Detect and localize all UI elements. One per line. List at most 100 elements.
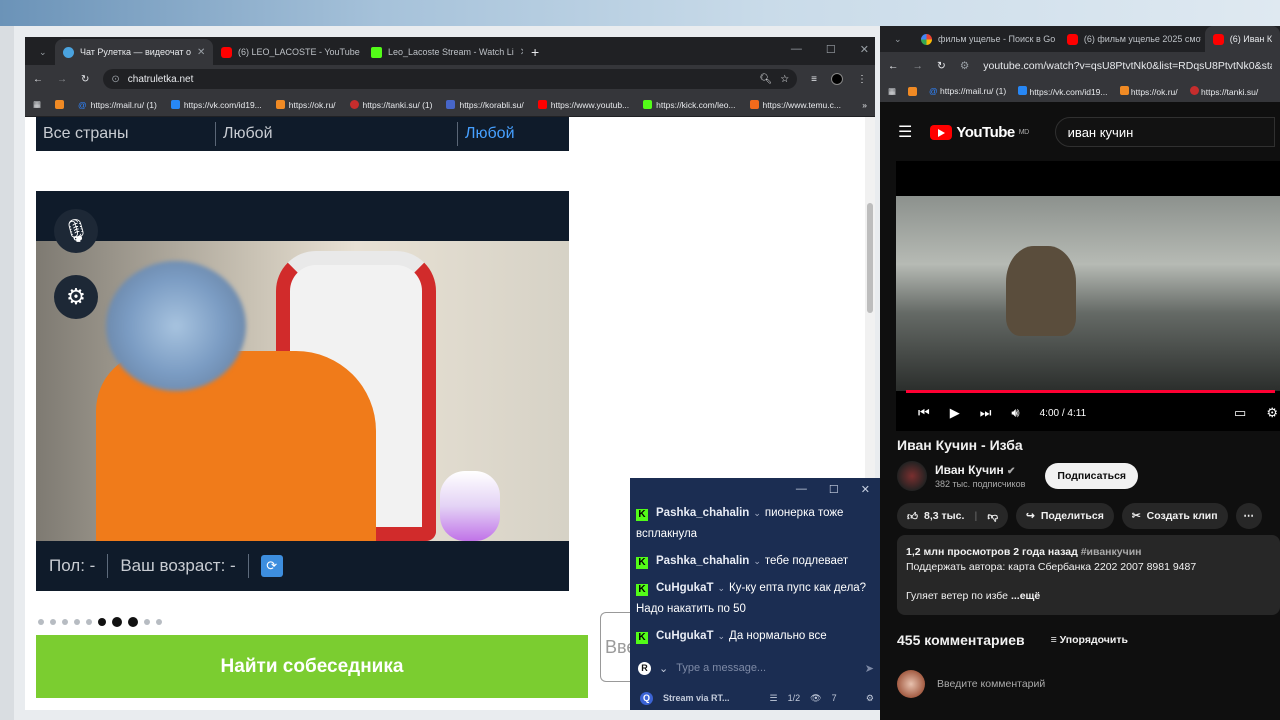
- chevron-down-icon[interactable]: ⌄: [753, 508, 761, 518]
- maximize-icon[interactable]: ☐: [829, 483, 839, 496]
- video-player[interactable]: ⏮ ▶ ⏭ 🔊︎ 4:00 / 4:11 ▭ ⚙: [896, 161, 1280, 431]
- microphone-icon[interactable]: 🎙︎: [54, 209, 98, 253]
- ok-icon[interactable]: [55, 100, 65, 109]
- youtube-logo[interactable]: YouTube MD: [930, 124, 1029, 141]
- find-partner-button[interactable]: Найти собеседника: [36, 635, 588, 698]
- tab-youtube-kuchin[interactable]: (6) Иван К: [1204, 26, 1280, 52]
- partner-filter[interactable]: Любой: [458, 122, 515, 146]
- volume-icon[interactable]: 🔊︎: [1011, 405, 1019, 421]
- chevron-down-icon[interactable]: ⌄: [718, 583, 726, 593]
- previous-icon[interactable]: ⏮: [918, 405, 930, 421]
- forward-icon[interactable]: →: [913, 60, 924, 72]
- close-window-icon[interactable]: ✕: [860, 43, 869, 56]
- bookmark-tanki[interactable]: https://tanki.su/ (1): [349, 100, 432, 110]
- back-icon[interactable]: ←: [33, 74, 43, 85]
- clip-button[interactable]: ✂ Создать клип: [1121, 503, 1228, 529]
- chevron-down-icon[interactable]: ⌄: [753, 556, 761, 566]
- bookmark-kick[interactable]: https://kick.com/leo...: [643, 100, 736, 110]
- like-button[interactable]: 👍︎ 8,3 тыс. | 👎︎: [897, 503, 1008, 529]
- address-bar[interactable]: ⊙ chatruletka.net 🔍︎ ☆: [103, 69, 798, 89]
- gender-filter[interactable]: Любой: [216, 122, 458, 146]
- bookmark-mail[interactable]: @ https://mail.ru/ (1): [929, 86, 1006, 96]
- bookmark-mail[interactable]: @ https://mail.ru/ (1): [78, 100, 157, 110]
- maximize-icon[interactable]: ☐: [826, 43, 836, 56]
- settings-gear-icon[interactable]: ⚙: [866, 693, 874, 704]
- play-icon[interactable]: ▶: [950, 405, 960, 421]
- more-bookmarks-icon[interactable]: »: [862, 100, 867, 110]
- share-button[interactable]: ↪ Поделиться: [1016, 503, 1114, 529]
- camera-footer: Пол: - Ваш возраст: - ⟳: [36, 541, 569, 591]
- address-text[interactable]: youtube.com/watch?v=qsU8PtvtNk0&list=RDq…: [983, 60, 1272, 72]
- tab-youtube-film[interactable]: (6) фильм ущелье 2025 смотре ✕: [1059, 26, 1201, 52]
- menu-icon[interactable]: ⋮: [857, 74, 867, 85]
- site-info-icon[interactable]: ⊙: [111, 74, 119, 85]
- tab-chatruletka[interactable]: Чат Рулетка — видеочат о ✕: [55, 39, 213, 65]
- bookmark-ok[interactable]: https://ok.ru/: [1119, 85, 1178, 97]
- chevron-down-icon[interactable]: ⌄: [718, 631, 726, 641]
- reload-icon[interactable]: ↻: [81, 74, 89, 85]
- apps-grid-icon[interactable]: ▦: [888, 86, 896, 97]
- comment-input[interactable]: Введите комментарий: [937, 678, 1045, 690]
- scissors-icon: ✂: [1131, 510, 1141, 522]
- apps-grid-icon[interactable]: ▦: [33, 99, 41, 110]
- country-filter[interactable]: Все страны: [36, 122, 216, 146]
- channel-avatar[interactable]: [897, 461, 927, 491]
- description-box[interactable]: 1,2 млн просмотров 2 года назад #иванкуч…: [897, 535, 1280, 615]
- bookmark-temu[interactable]: https://www.temu.c...: [749, 100, 841, 110]
- show-more-link[interactable]: ...ещё: [1011, 590, 1040, 602]
- scrollbar-thumb[interactable]: [867, 203, 873, 313]
- chat-username[interactable]: CuHgukaT: [656, 582, 714, 594]
- restream-icon[interactable]: R: [638, 661, 651, 675]
- settings-gear-icon[interactable]: ⚙: [54, 275, 98, 319]
- chat-message: K CuHgukaT ⌄ Ку-ку епта пупс как дела? Надо…: [630, 575, 880, 623]
- bookmark-korabli[interactable]: https://korabli.su/: [446, 100, 524, 110]
- thumbs-down-icon[interactable]: 👎︎: [987, 510, 998, 523]
- channel-name[interactable]: Иван Кучин ✔: [935, 463, 1025, 477]
- minimize-icon[interactable]: —: [796, 483, 807, 495]
- reload-icon[interactable]: ↻: [937, 60, 946, 72]
- tab-youtube-leo[interactable]: (6) LEO_LACOSTE - YouTube ✕: [213, 39, 363, 65]
- tab-list-button[interactable]: ⌄: [31, 39, 55, 65]
- hashtag[interactable]: #иванкучин: [1081, 546, 1142, 558]
- profile-avatar[interactable]: [831, 73, 843, 85]
- chat-username[interactable]: Pashka_chahalin: [656, 555, 749, 567]
- subtitles-icon[interactable]: ▭: [1234, 405, 1246, 421]
- close-window-icon[interactable]: ✕: [861, 483, 870, 496]
- bookmark-vk[interactable]: https://vk.com/id19...: [170, 100, 262, 110]
- action-buttons: 👍︎ 8,3 тыс. | 👎︎ ↪ Поделиться ✂ Создать клип …: [897, 503, 1262, 529]
- new-tab-button[interactable]: +: [523, 39, 547, 65]
- chevron-down-icon[interactable]: ⌄: [659, 662, 668, 675]
- progress-bar[interactable]: [906, 390, 1276, 393]
- next-icon[interactable]: ⏭: [980, 405, 992, 421]
- bookmark-vk[interactable]: https://vk.com/id19...: [1018, 85, 1108, 97]
- hamburger-menu-icon[interactable]: ☰: [898, 122, 912, 142]
- chat-username[interactable]: CuHgukaT: [656, 630, 714, 642]
- sort-button[interactable]: ≡ Упорядочить: [1051, 634, 1128, 646]
- minimize-icon[interactable]: —: [791, 43, 802, 56]
- bookmark-tanki[interactable]: https://tanki.su/: [1189, 85, 1258, 97]
- back-icon[interactable]: ←: [888, 60, 899, 72]
- chat-input[interactable]: Type a message...: [676, 662, 766, 674]
- refresh-icon[interactable]: ⟳: [260, 555, 283, 577]
- tab-kick-leo[interactable]: Leo_Lacoste Stream - Watch Li ✕: [363, 39, 523, 65]
- kick-favicon-icon: [371, 46, 382, 58]
- send-icon[interactable]: ➤: [865, 662, 874, 675]
- bookmark-star-icon[interactable]: ☆: [780, 74, 789, 85]
- ok-icon[interactable]: [908, 86, 918, 96]
- subscribe-button[interactable]: Подписаться: [1045, 463, 1139, 489]
- site-info-icon[interactable]: ⚙: [960, 60, 969, 72]
- tab-list-button[interactable]: ⌄: [886, 26, 909, 52]
- more-actions-button[interactable]: ⋯: [1235, 503, 1262, 529]
- media-icon[interactable]: ≡: [811, 74, 817, 85]
- chat-username[interactable]: Pashka_chahalin: [656, 507, 749, 519]
- dot: [112, 617, 122, 627]
- layers-icon[interactable]: ☰: [770, 693, 778, 704]
- bookmark-youtube[interactable]: https://www.youtub...: [537, 100, 629, 110]
- forward-icon[interactable]: →: [57, 74, 67, 85]
- bookmark-ok[interactable]: https://ok.ru/: [275, 100, 336, 110]
- tab-google-search[interactable]: фильм ущелье - Поиск в Goog ✕: [913, 26, 1055, 52]
- zoom-icon[interactable]: 🔍︎: [759, 74, 772, 85]
- close-tab-icon[interactable]: ✕: [197, 47, 205, 58]
- search-input[interactable]: иван кучин: [1054, 117, 1275, 147]
- settings-gear-icon[interactable]: ⚙: [1266, 405, 1278, 421]
